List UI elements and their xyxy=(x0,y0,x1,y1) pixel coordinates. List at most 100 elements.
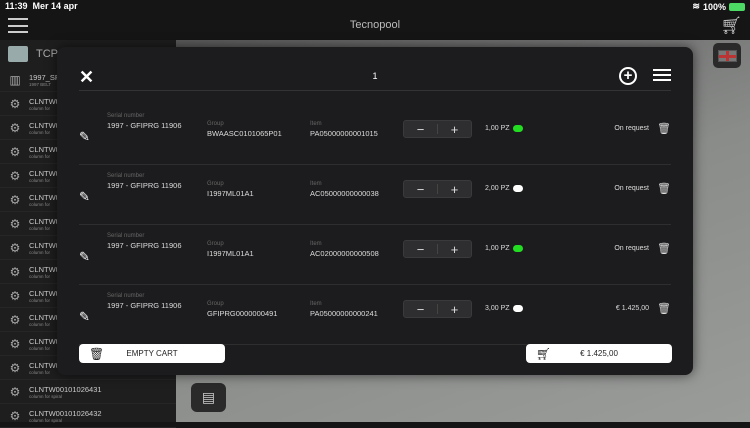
group-field: Group GFIPRG0000000491 xyxy=(207,301,277,318)
gear-icon: ⚙ xyxy=(9,264,21,279)
serial-field: Serial number 1997 - GFIPRG 11906 xyxy=(107,113,181,130)
sidebar-item-name: CLNTW0 xyxy=(29,240,60,250)
status-bar: 11:39 Mer 14 apr ≋ 100% xyxy=(0,0,750,12)
sidebar-item-name: CLNTW0 xyxy=(29,336,60,346)
price: On request xyxy=(614,125,649,132)
item-value: AC05000000000038 xyxy=(310,189,379,198)
sidebar-item[interactable]: ⚙ CLNTW00101026432 column for spiral xyxy=(0,404,176,428)
quantity-stepper[interactable]: − + xyxy=(403,300,472,318)
library-icon: ▥ xyxy=(9,72,21,87)
item-value: PA05000000001015 xyxy=(310,129,378,138)
sidebar-item-name: CLNTW0 xyxy=(29,120,60,130)
language-uk-flag-icon[interactable] xyxy=(713,43,741,68)
quantity-value: 1,00 PZ xyxy=(485,245,510,252)
increment-button[interactable]: + xyxy=(438,242,471,257)
group-label: Group xyxy=(207,241,224,247)
sidebar-item-name: CLNTW0 xyxy=(29,288,60,298)
sidebar-item[interactable]: ⚙ CLNTW00101026431 column for spiral xyxy=(0,380,176,404)
item-label: Item xyxy=(310,241,322,247)
nav-bar: Tecnopool 🛒︎ xyxy=(0,12,750,40)
edit-icon[interactable]: ✎ xyxy=(79,249,90,265)
cart-row: ✎ Serial number 1997 - GFIPRG 11906 Group… xyxy=(79,225,671,285)
decrement-button[interactable]: − xyxy=(404,122,437,137)
group-field: Group I1997ML01A1 xyxy=(207,241,254,258)
gear-icon: ⚙ xyxy=(9,336,21,351)
decrement-button[interactable]: − xyxy=(404,302,437,317)
edit-icon[interactable]: ✎ xyxy=(79,309,90,325)
add-circle-icon[interactable]: + xyxy=(619,67,637,85)
battery-level: 100% xyxy=(702,1,726,12)
quantity: 3,00 PZ xyxy=(485,305,523,312)
list-icon[interactable] xyxy=(653,69,671,84)
trash-icon[interactable]: 🗑︎ xyxy=(657,122,671,135)
cart-modal: ✕ 1 + ✎ Serial number 1997 - GFIPRG 11906… xyxy=(57,47,693,375)
gear-icon: ⚙ xyxy=(9,120,21,135)
edit-icon[interactable]: ✎ xyxy=(79,189,90,205)
sidebar-header-label: TCP xyxy=(36,48,58,60)
empty-cart-button[interactable]: 🗑︎ EMPTY CART xyxy=(79,344,225,363)
group-value: I1997ML01A1 xyxy=(207,189,254,198)
cart-row: ✎ Serial number 1997 - GFIPRG 11906 Group… xyxy=(79,285,671,345)
sidebar-item-sub: column for xyxy=(29,273,51,279)
item-label: Item xyxy=(310,121,322,127)
sidebar-item-name: CLNTW0 xyxy=(29,96,60,106)
gear-icon: ⚙ xyxy=(9,288,21,303)
item-field: Item PA05000000001015 xyxy=(310,121,378,138)
sidebar-item-name: CLNTW0 xyxy=(29,264,60,274)
trash-icon[interactable]: 🗑︎ xyxy=(657,182,671,195)
group-field: Group BWAASC0101065P01 xyxy=(207,121,282,138)
trash-icon[interactable]: 🗑︎ xyxy=(657,242,671,255)
cart-icon[interactable]: 🛒︎ xyxy=(720,16,742,36)
quantity-stepper[interactable]: − + xyxy=(403,240,472,258)
cart-icon: 🛒︎ xyxy=(536,346,552,361)
serial-label: Serial number xyxy=(107,233,145,239)
group-value: I1997ML01A1 xyxy=(207,249,254,258)
app-title: Tecnopool xyxy=(349,19,401,31)
increment-button[interactable]: + xyxy=(438,182,471,197)
sidebar-item-name: CLNTW0 xyxy=(29,144,60,154)
sidebar-item-sub: column for xyxy=(29,201,51,207)
serial-value: 1997 - GFIPRG 11906 xyxy=(107,181,182,190)
group-field: Group I1997ML01A1 xyxy=(207,181,254,198)
item-value: PA05000000000241 xyxy=(310,309,378,318)
decrement-button[interactable]: − xyxy=(404,242,437,257)
sidebar-item-sub: column for xyxy=(29,225,51,231)
serial-label: Serial number xyxy=(107,113,145,119)
gear-icon: ⚙ xyxy=(9,384,21,399)
save-pdf-button[interactable]: ▤ xyxy=(191,383,226,412)
quantity-stepper[interactable]: − + xyxy=(403,180,472,198)
sidebar-item-sub: column for xyxy=(29,177,51,183)
item-field: Item AC02000000000508 xyxy=(310,241,379,258)
sidebar-item-name: CLNTW0 xyxy=(29,312,60,322)
cart-row: ✎ Serial number 1997 - GFIPRG 11906 Group… xyxy=(79,165,671,225)
sidebar-item-name: CLNTW0 xyxy=(29,360,60,370)
gear-icon: ⚙ xyxy=(9,312,21,327)
group-label: Group xyxy=(207,121,224,127)
decrement-button[interactable]: − xyxy=(404,182,437,197)
item-label: Item xyxy=(310,181,322,187)
serial-value: 1997 - GFIPRG 11906 xyxy=(107,241,182,250)
increment-button[interactable]: + xyxy=(438,122,471,137)
gear-icon: ⚙ xyxy=(9,240,21,255)
sidebar-item-name: CLNTW0 xyxy=(29,168,60,178)
trash-icon[interactable]: 🗑︎ xyxy=(657,302,671,315)
serial-label: Serial number xyxy=(107,173,145,179)
sidebar-item-sub: column for xyxy=(29,297,51,303)
sidebar-item-sub: 1997 BELT xyxy=(29,81,52,87)
checkout-total-button[interactable]: 🛒︎ € 1.425,00 xyxy=(526,344,672,363)
quantity-stepper[interactable]: − + xyxy=(403,120,472,138)
sidebar-item-sub: column for xyxy=(29,249,51,255)
sidebar-item-sub: column for xyxy=(29,321,51,327)
edit-icon[interactable]: ✎ xyxy=(79,129,90,145)
cart-row: ✎ Serial number 1997 - GFIPRG 11906 Group… xyxy=(79,105,671,165)
item-label: Item xyxy=(310,301,322,307)
increment-button[interactable]: + xyxy=(438,302,471,317)
group-label: Group xyxy=(207,301,224,307)
gear-icon: ⚙ xyxy=(9,216,21,231)
time: 11:39 xyxy=(5,1,28,11)
gear-icon: ⚙ xyxy=(9,360,21,375)
availability-indicator xyxy=(512,185,523,192)
quantity-value: 1,00 PZ xyxy=(485,125,510,132)
sidebar-item-sub: column for xyxy=(29,105,51,111)
price: On request xyxy=(614,245,649,252)
